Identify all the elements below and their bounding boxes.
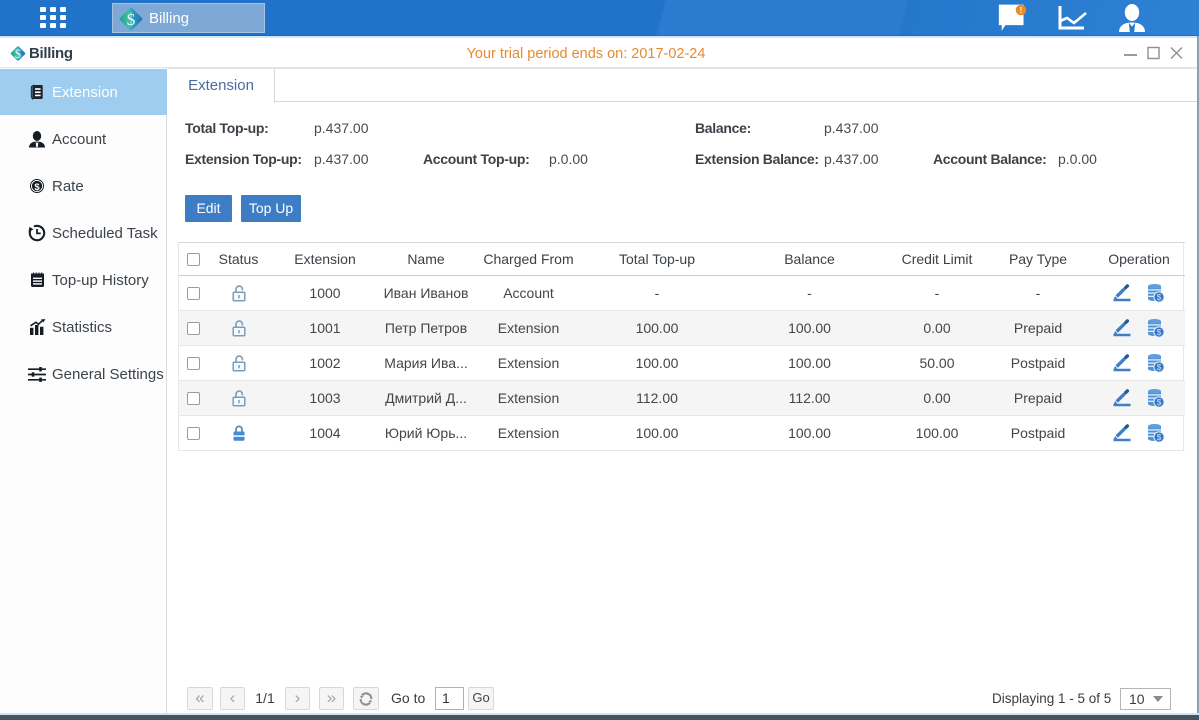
svg-text:$: $ (1157, 362, 1162, 372)
svg-text:$: $ (1157, 292, 1162, 302)
svg-text:$: $ (1157, 432, 1162, 442)
svg-text:!: ! (1020, 6, 1023, 15)
svg-text:$: $ (1157, 397, 1162, 407)
svg-text:$: $ (34, 182, 40, 193)
svg-text:$: $ (15, 47, 21, 61)
svg-text:$: $ (1157, 327, 1162, 337)
svg-text:$: $ (127, 10, 136, 29)
